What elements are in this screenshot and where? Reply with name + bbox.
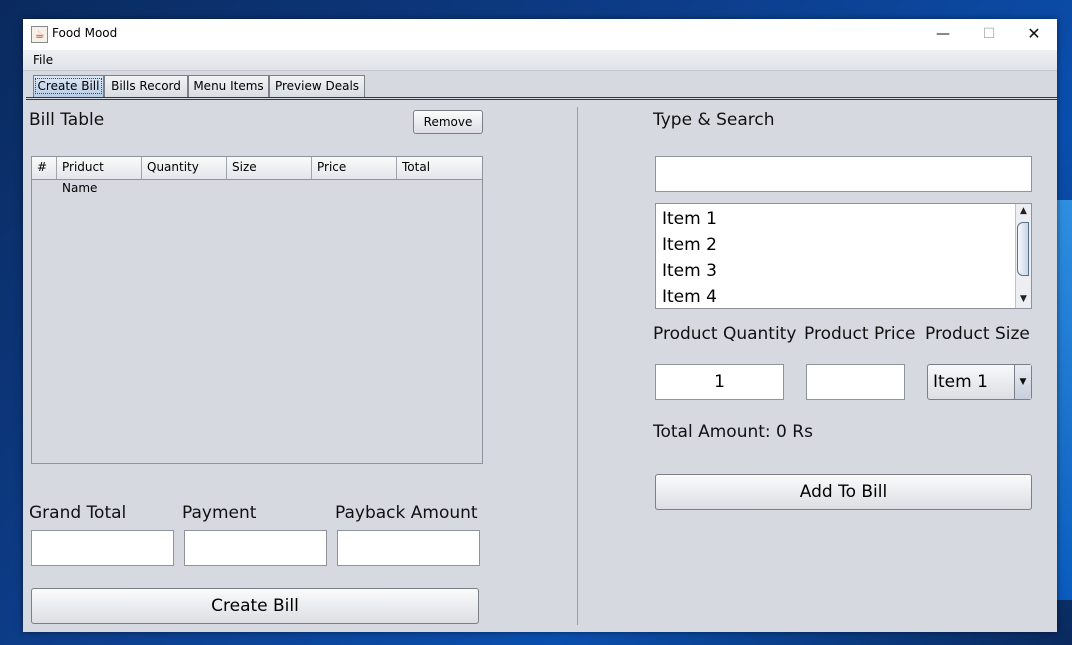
java-app-icon: ☕ <box>31 26 48 43</box>
grand-total-label: Grand Total <box>29 503 127 523</box>
list-item[interactable]: Item 4 <box>662 287 717 307</box>
minimize-button[interactable]: — <box>920 19 966 50</box>
window-title: Food Mood <box>52 26 118 40</box>
product-quantity-label: Product Quantity <box>653 324 797 344</box>
payment-field[interactable] <box>184 530 327 566</box>
price-field[interactable] <box>806 364 905 400</box>
tab-label: Create Bill <box>34 78 103 94</box>
column-header[interactable]: # <box>32 157 57 179</box>
scroll-thumb[interactable] <box>1017 222 1029 276</box>
tab-create-bill[interactable]: Create Bill <box>33 75 104 97</box>
remove-button[interactable]: Remove <box>413 110 483 134</box>
add-to-bill-button[interactable]: Add To Bill <box>655 474 1032 510</box>
tab-menu-items[interactable]: Menu Items <box>188 75 269 97</box>
grand-total-field[interactable] <box>31 530 174 566</box>
tab-underline <box>26 97 1057 100</box>
payback-amount-label: Payback Amount <box>335 503 478 523</box>
search-input[interactable] <box>655 156 1032 192</box>
product-list[interactable]: Item 1 Item 2 Item 3 Item 4 ▲ ▼ <box>655 203 1032 309</box>
menu-file[interactable]: File <box>33 53 53 67</box>
scroll-down-icon[interactable]: ▼ <box>1016 292 1031 306</box>
column-header[interactable]: Priduct Name <box>57 157 142 195</box>
size-select[interactable]: Item 1 ▼ <box>927 364 1032 400</box>
list-item[interactable]: Item 1 <box>662 209 717 229</box>
list-item[interactable]: Item 2 <box>662 235 717 255</box>
payback-amount-field[interactable] <box>337 530 480 566</box>
type-search-label: Type & Search <box>653 110 775 130</box>
quantity-field[interactable] <box>655 364 784 400</box>
column-header[interactable]: Size <box>227 157 312 179</box>
product-price-label: Product Price <box>804 324 916 344</box>
product-size-label: Product Size <box>925 324 1030 344</box>
chevron-down-icon[interactable]: ▼ <box>1014 365 1031 399</box>
list-scrollbar[interactable]: ▲ ▼ <box>1015 204 1031 308</box>
bill-table-label: Bill Table <box>29 110 105 130</box>
bill-table[interactable]: # Priduct Name Quantity Size Price Total <box>31 156 483 464</box>
payment-label: Payment <box>182 503 257 523</box>
list-item[interactable]: Item 3 <box>662 261 717 281</box>
column-header[interactable]: Quantity <box>142 157 227 179</box>
title-bar: ☕ Food Mood — ☐ ✕ <box>23 19 1057 50</box>
column-header[interactable]: Total <box>397 157 482 179</box>
tab-label: Bills Record <box>111 79 181 93</box>
panel-divider <box>577 107 578 625</box>
scroll-up-icon[interactable]: ▲ <box>1016 204 1031 218</box>
create-bill-button[interactable]: Create Bill <box>31 588 479 624</box>
size-select-value: Item 1 <box>933 372 988 392</box>
table-header: # Priduct Name Quantity Size Price Total <box>32 157 482 195</box>
tab-bills-record[interactable]: Bills Record <box>104 75 188 97</box>
column-header[interactable]: Price <box>312 157 397 179</box>
tab-preview-deals[interactable]: Preview Deals <box>269 75 365 97</box>
close-button[interactable]: ✕ <box>1011 19 1057 50</box>
total-amount-label: Total Amount: 0 Rs <box>653 422 813 442</box>
maximize-button[interactable]: ☐ <box>966 19 1012 50</box>
menu-bar: File <box>23 50 1057 71</box>
tab-label: Preview Deals <box>274 79 360 93</box>
tab-label: Menu Items <box>193 79 264 93</box>
app-window: ☕ Food Mood — ☐ ✕ File Create Bill Bills… <box>23 19 1057 632</box>
